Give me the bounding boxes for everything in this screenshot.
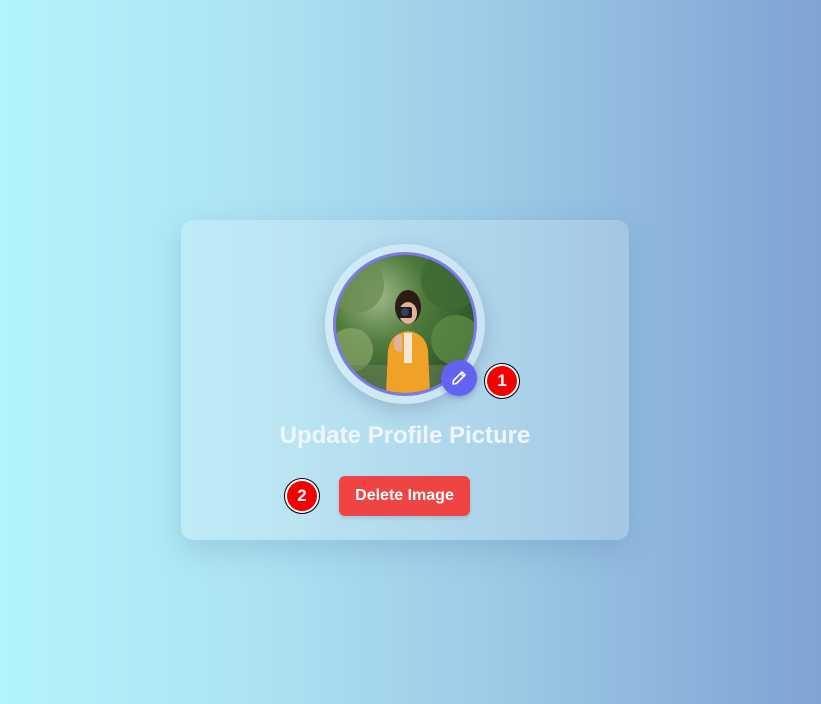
edit-avatar-button[interactable] [441,360,477,396]
annotation-badge-1: 1 [484,363,520,399]
delete-image-button[interactable]: Delete Image [339,476,470,516]
annotation-badge-2: 2 [284,478,320,514]
pencil-icon [452,371,466,385]
profile-card: 1 Update Profile Picture 2 Delete Image [181,220,629,540]
page-title: Update Profile Picture [279,422,531,449]
